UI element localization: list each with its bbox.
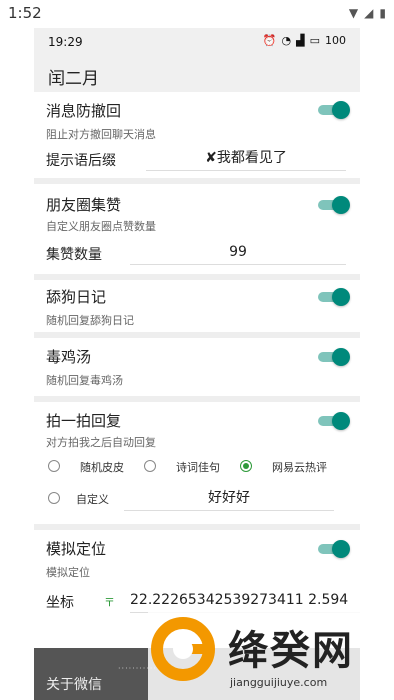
alarm-icon: ⏰ bbox=[262, 34, 277, 47]
location-title: 模拟定位 bbox=[46, 540, 107, 558]
coord-label: 坐标 bbox=[46, 595, 74, 611]
page-title: 闰二月 bbox=[48, 69, 99, 89]
coord-input[interactable]: 22.22265342539273411 2.594 bbox=[130, 588, 360, 613]
radio-option-1[interactable] bbox=[48, 460, 60, 472]
section-soup: 毒鸡汤 随机回复毒鸡汤 bbox=[34, 338, 360, 396]
app-panel: 19:29 ⏰ ◔ ▟ ▭ 100 闰二月 消息防撤回 阻止对方撤回聊天消息 提… bbox=[34, 28, 360, 700]
battery-icon: ▭ bbox=[309, 34, 320, 47]
pat-toggle[interactable] bbox=[316, 412, 350, 430]
location-toggle[interactable] bbox=[316, 540, 350, 558]
section-diary: 舔狗日记 随机回复舔狗日记 bbox=[34, 280, 360, 332]
system-status-bar: 1:52 ▼ ◢ ▮ bbox=[0, 0, 394, 28]
battery-level: 100 bbox=[325, 34, 346, 47]
radio-option-2-label: 诗词佳句 bbox=[176, 461, 220, 474]
radio-option-4[interactable] bbox=[48, 492, 60, 504]
suffix-label: 提示语后缀 bbox=[46, 153, 116, 169]
radio-option-3[interactable] bbox=[240, 460, 252, 472]
wifi-icon: ◔ bbox=[281, 34, 292, 47]
signal-icon: ▟ bbox=[296, 34, 305, 47]
location-subtitle: 模拟定位 bbox=[46, 566, 90, 579]
count-label: 集赞数量 bbox=[46, 247, 102, 263]
radio-option-3-label: 网易云热评 bbox=[272, 461, 327, 474]
radio-option-4-label: 自定义 bbox=[76, 493, 109, 506]
soup-title: 毒鸡汤 bbox=[46, 348, 92, 366]
section-recall: 消息防撤回 阻止对方撤回聊天消息 提示语后缀 ✘我都看见了 bbox=[34, 92, 360, 178]
inner-status-icons: ⏰ ◔ ▟ ▭ 100 bbox=[263, 34, 346, 47]
soup-subtitle: 随机回复毒鸡汤 bbox=[46, 374, 123, 387]
recall-title: 消息防撤回 bbox=[46, 102, 122, 120]
count-input[interactable]: 99 bbox=[130, 240, 346, 265]
inner-status-bar: 19:29 ⏰ ◔ ▟ ▭ 100 bbox=[34, 28, 360, 58]
diary-subtitle: 随机回复舔狗日记 bbox=[46, 314, 134, 327]
suffix-input[interactable]: ✘我都看见了 bbox=[146, 146, 346, 171]
watermark-brand: 绛癸网 bbox=[228, 628, 354, 674]
radio-option-2[interactable] bbox=[144, 460, 156, 472]
system-icons: ▼ ◢ ▮ bbox=[349, 6, 386, 20]
section-pat: 拍一拍回复 对方拍我之后自动回复 随机皮皮 诗词佳句 网易云热评 自定义 好好好 bbox=[34, 402, 360, 524]
inner-time: 19:29 bbox=[48, 35, 83, 49]
brand-logo-icon bbox=[151, 617, 215, 681]
watermark: 绛癸网 jiangguijiuye.com bbox=[148, 612, 394, 700]
pat-title: 拍一拍回复 bbox=[46, 412, 122, 430]
location-pin-icon: 〒 bbox=[104, 596, 115, 609]
recall-subtitle: 阻止对方撤回聊天消息 bbox=[46, 128, 156, 141]
section-moments: 朋友圈集赞 自定义朋友圈点赞数量 集赞数量 99 bbox=[34, 184, 360, 274]
radio-option-1-label: 随机皮皮 bbox=[80, 461, 124, 474]
system-time: 1:52 bbox=[8, 4, 42, 22]
app-bar: 闰二月 bbox=[34, 58, 360, 92]
diary-title: 舔狗日记 bbox=[46, 288, 107, 306]
moments-toggle[interactable] bbox=[316, 196, 350, 214]
recall-toggle[interactable] bbox=[316, 101, 350, 119]
moments-subtitle: 自定义朋友圈点赞数量 bbox=[46, 220, 156, 233]
about-label: 关于微信 bbox=[46, 677, 102, 693]
moments-title: 朋友圈集赞 bbox=[46, 196, 122, 214]
diary-toggle[interactable] bbox=[316, 288, 350, 306]
pat-subtitle: 对方拍我之后自动回复 bbox=[46, 436, 156, 449]
signal-icon: ◢ bbox=[364, 6, 374, 20]
soup-toggle[interactable] bbox=[316, 348, 350, 366]
wifi-icon: ▼ bbox=[348, 6, 359, 20]
custom-reply-input[interactable]: 好好好 bbox=[124, 486, 334, 511]
section-location: 模拟定位 模拟定位 坐标 〒 22.22265342539273411 2.59… bbox=[34, 530, 360, 620]
watermark-url: jiangguijiuye.com bbox=[230, 676, 328, 689]
battery-icon: ▮ bbox=[379, 6, 386, 20]
